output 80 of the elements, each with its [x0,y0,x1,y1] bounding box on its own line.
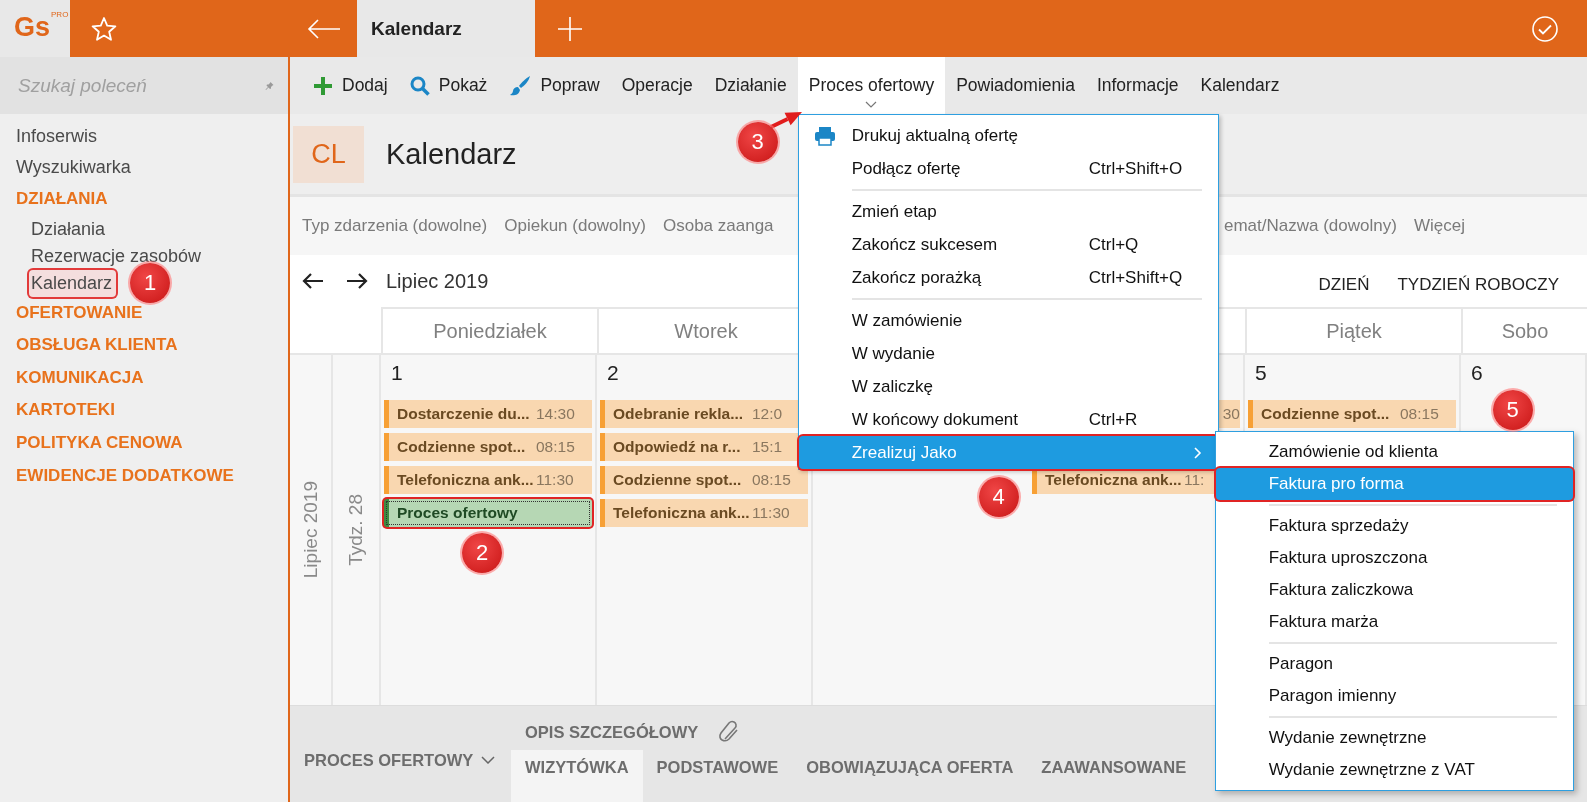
plus-icon [313,75,333,96]
menu-item[interactable]: Faktura uproszczona [1215,542,1573,574]
toolbar-button[interactable]: Pokaż [398,57,499,114]
sidebar-item[interactable]: Wyszukiwarka [16,152,131,183]
event[interactable]: Codzienne spot... 08:15 [600,466,808,494]
menu-item[interactable]: Wydanie zewnętrzne z VAT [1215,754,1573,786]
section-dropdown[interactable]: PROCES OFERTOWY [290,706,511,802]
event[interactable]: Codzienne spot... 08:15 [1248,400,1456,428]
menu-item[interactable]: Wydanie zewnętrzne [1215,722,1573,754]
event[interactable]: Proces ofertowy [384,499,592,527]
event[interactable]: Codzienne spot... 08:15 [384,433,592,461]
tab[interactable]: ZAAWANSOWANE [1027,750,1201,802]
day-header: Sobo [1501,319,1549,343]
check-circle-icon [1531,14,1559,43]
brush-icon [509,74,532,97]
printer-icon [814,125,837,146]
toolbar-button[interactable]: Proces ofertowy [797,57,946,114]
search-field[interactable]: Szukaj poleceń [0,57,288,114]
view-button[interactable]: DZIEŃ [1318,267,1370,295]
plus-icon [557,15,583,42]
menu-item[interactable]: Zakończ porażką Ctrl+Shift+Q [798,261,1218,294]
page-title: Kalendarz [386,137,517,171]
filter-link[interactable]: Więcej [1413,216,1465,236]
toolbar-button[interactable]: Powiadomienia [945,57,1086,114]
menu-item[interactable]: Faktura sprzedaży [1215,510,1573,542]
menu-item[interactable]: W wydanie [798,337,1218,370]
filter-link[interactable]: emat/Nazwa (dowolny) [1224,216,1397,236]
toolbar-button[interactable]: Działanie [703,57,798,114]
chevron-right-icon [1193,446,1202,459]
filter-link[interactable]: Typ zdarzenia (dowolne) [302,216,488,236]
filter-link[interactable]: Opiekun (dowolny) [504,216,646,236]
menu-item[interactable]: Drukuj aktualną ofertę [798,119,1218,152]
caret-icon [865,101,878,108]
day-header: Piątek [1326,319,1382,343]
menu-item[interactable]: W zamówienie [798,304,1218,337]
sidebar-item[interactable]: Działania [31,215,110,243]
event[interactable]: Telefoniczna ank...11:30 [600,499,808,527]
menu-item[interactable]: Faktura marża [1215,606,1573,638]
toolbar-button[interactable]: Popraw [498,57,611,114]
caret-icon [481,756,496,764]
toolbar-button[interactable]: Informacje [1085,57,1190,114]
tab[interactable]: PODSTAWOWE [642,750,793,802]
tab[interactable]: Kalendarz [357,0,535,57]
tab[interactable]: WIZYTÓWKA [511,750,643,802]
sidebar-item[interactable]: Infoserwis [16,121,98,152]
date-number: 5 [1255,361,1267,384]
toolbar-button[interactable]: Operacje [610,57,704,114]
back-arrow-icon [306,18,341,39]
menu-item[interactable]: W zaliczkę [798,370,1218,403]
event[interactable]: Telefoniczna ank...11:30 [384,466,592,494]
menu-item[interactable]: Zamówienie od klienta [1215,436,1573,468]
menu-item[interactable]: Paragon [1215,648,1573,680]
menu-item[interactable]: Zakończ sukcesem Ctrl+Q [798,228,1218,261]
event[interactable]: Dostarczenie du... 14:30 [384,400,592,428]
toolbar-button[interactable]: Kalendarz [1189,57,1291,114]
menu-item[interactable]: Paragon imienny [1215,680,1573,712]
day-header: Poniedziałek [433,319,547,343]
star-icon[interactable] [91,15,117,42]
date-number: 1 [391,361,403,384]
day-header: Wtorek [674,319,738,343]
search-input[interactable]: Szukaj poleceń [18,74,265,97]
menu-item[interactable]: Faktura zaliczkowa [1215,574,1573,606]
tab[interactable]: OBOWIĄZUJĄCA OFERTA [792,750,1028,802]
date-number: 6 [1471,361,1483,384]
filter-link[interactable]: Osoba zaanga [662,216,774,236]
sidebar-item[interactable]: Kalendarz [29,269,117,297]
paperclip-icon [718,719,741,745]
tab[interactable]: OPIS SZCZEGÓŁOWY [525,722,699,742]
menu-item[interactable]: Zmień etap [798,195,1218,228]
menu-item[interactable]: Podłącz ofertę Ctrl+Shift+O [798,152,1218,185]
module-badge: CL [293,125,364,183]
view-button[interactable]: TYDZIEŃ ROBOCZY [1397,267,1559,295]
right-arrow-icon [346,273,368,289]
search-icon [409,75,430,96]
toolbar-button[interactable]: Dodaj [302,57,399,114]
date-number: 2 [607,361,619,384]
period-title: Lipiec 2019 [386,269,489,293]
week-label: Tydz. 28 [345,494,367,566]
left-arrow-icon [302,273,324,289]
month-label: Lipiec 2019 [299,481,322,579]
